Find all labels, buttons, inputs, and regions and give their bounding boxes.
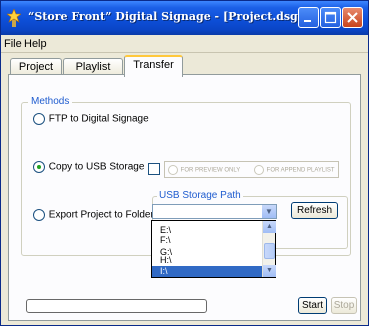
title-bar[interactable]: “Store Front” Digital Signage - [Project… <box>1 1 368 35</box>
maximize-button[interactable] <box>320 7 341 28</box>
window-title: “Store Front” Digital Signage - [Project… <box>28 10 303 23</box>
close-button[interactable] <box>342 7 363 28</box>
preview-only-radio[interactable] <box>168 165 178 175</box>
usb-path-combobox[interactable]: ▼ <box>152 204 277 219</box>
scroll-up-icon[interactable]: ▲ <box>263 221 276 233</box>
minimize-icon <box>304 20 311 22</box>
scroll-thumb[interactable] <box>264 243 275 259</box>
signage-icon <box>7 9 21 27</box>
ftp-option[interactable]: FTP to Digital Signage <box>33 113 149 125</box>
methods-legend: Methods <box>28 96 73 107</box>
usb-label: Copy to USB Storage <box>48 161 145 173</box>
export-label: Export Project to Folder <box>48 209 154 221</box>
append-playlist-label: FOR APPEND PLAYLIST <box>266 167 335 174</box>
stop-button[interactable]: Stop <box>331 297 357 314</box>
export-option[interactable]: Export Project to Folder <box>33 209 154 221</box>
append-playlist-option[interactable]: FOR APPEND PLAYLIST <box>254 165 335 175</box>
append-playlist-radio[interactable] <box>254 165 264 175</box>
maximize-icon <box>324 11 337 24</box>
start-button[interactable]: Start <box>298 297 327 314</box>
preview-only-option[interactable]: FOR PREVIEW ONLY <box>168 165 240 175</box>
chevron-down-icon[interactable]: ▼ <box>262 205 276 218</box>
drive-option-i[interactable]: I:\ <box>152 266 263 277</box>
scroll-down-icon[interactable]: ▼ <box>263 265 276 277</box>
dropdown-scrollbar[interactable]: ▲ ▼ <box>262 221 276 277</box>
transfer-panel: Methods FTP to Digital Signage Copy to U… <box>8 74 361 321</box>
drive-option-h[interactable]: H:\ <box>152 255 263 266</box>
drive-option-f[interactable]: F:\ <box>152 235 263 246</box>
usb-option[interactable]: Copy to USB Storage <box>33 161 144 173</box>
tab-strip: Project Playlist Transfer <box>1 53 368 77</box>
close-icon <box>347 12 358 23</box>
minimize-button[interactable] <box>298 7 319 28</box>
menu-file[interactable]: File <box>4 38 22 50</box>
ftp-label: FTP to Digital Signage <box>48 113 149 125</box>
transfer-progress-bar <box>26 299 207 313</box>
app-window: “Store Front” Digital Signage - [Project… <box>0 0 369 326</box>
usb-options-checkbox[interactable] <box>148 163 160 175</box>
usb-path-legend: USB Storage Path <box>157 190 243 201</box>
export-radio[interactable] <box>33 209 45 221</box>
menu-help[interactable]: Help <box>24 38 47 50</box>
drive-dropdown-list: E:\ F:\ G:\ H:\ I:\ ▲ ▼ <box>151 220 276 278</box>
usb-mode-group: FOR PREVIEW ONLY FOR APPEND PLAYLIST <box>164 161 339 178</box>
refresh-button[interactable]: Refresh <box>291 202 338 219</box>
ftp-radio[interactable] <box>33 113 45 125</box>
usb-radio[interactable] <box>33 161 45 173</box>
tab-transfer[interactable]: Transfer <box>124 55 183 77</box>
preview-only-label: FOR PREVIEW ONLY <box>180 167 241 174</box>
menu-bar: File Help <box>1 35 368 53</box>
